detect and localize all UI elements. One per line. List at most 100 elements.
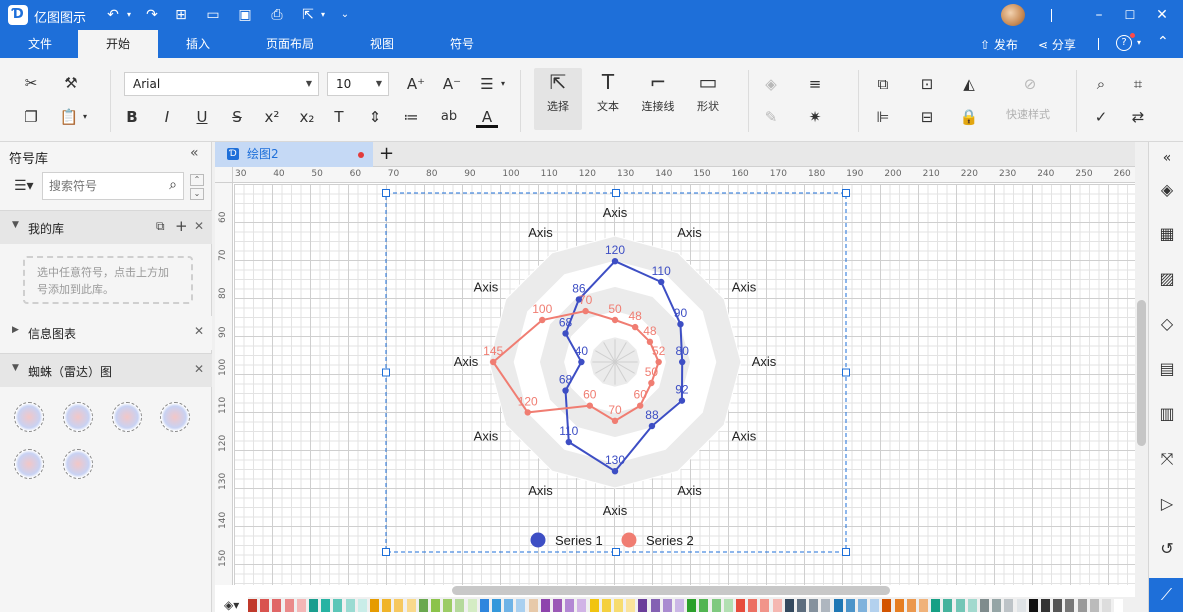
color-swatch[interactable] (723, 599, 733, 612)
color-swatch[interactable] (845, 599, 855, 612)
bold-icon[interactable]: B (121, 106, 143, 128)
radar-thumbnail[interactable] (14, 449, 44, 479)
color-swatch[interactable] (431, 599, 440, 612)
color-swatch[interactable] (601, 599, 611, 612)
connect-icon[interactable]: ⤧ (1157, 449, 1177, 469)
radar-thumbnail[interactable] (63, 449, 93, 479)
color-swatch[interactable] (614, 599, 623, 612)
color-swatch[interactable] (443, 599, 453, 612)
color-swatch[interactable] (309, 599, 318, 612)
color-swatch[interactable] (943, 599, 953, 612)
color-swatch[interactable] (504, 599, 514, 612)
color-swatch[interactable] (296, 599, 306, 612)
color-swatch[interactable] (638, 599, 648, 612)
flip-icon[interactable]: ◭ (958, 73, 980, 95)
paste-dropdown-icon[interactable]: ▾ (74, 106, 96, 128)
expand-panel-icon[interactable]: « (1157, 148, 1177, 168)
text-tool-button[interactable]: T 文本 (584, 68, 632, 130)
resize-handle[interactable] (382, 189, 390, 197)
radar-chart[interactable]: 1201109080928813011068406886504848525060… (215, 142, 1135, 587)
color-swatch[interactable] (345, 599, 355, 612)
color-swatch[interactable] (687, 599, 697, 612)
decrease-font-icon[interactable]: A⁻ (441, 73, 463, 95)
color-swatch[interactable] (748, 599, 758, 612)
color-swatch[interactable] (662, 599, 672, 612)
line-spacing-icon[interactable]: ⇕ (364, 106, 386, 128)
color-swatch[interactable] (858, 599, 867, 612)
add-icon[interactable]: + (175, 217, 188, 235)
color-swatch[interactable] (1028, 599, 1038, 612)
color-swatch[interactable] (992, 599, 1002, 612)
color-swatch[interactable] (394, 599, 404, 612)
undo-dropdown-icon[interactable]: ▾ (120, 6, 138, 24)
align-objects-icon[interactable]: ⊫ (872, 106, 894, 128)
align-dropdown-icon[interactable]: ▾ (492, 73, 514, 95)
maximize-icon[interactable]: ☐ (1121, 6, 1139, 24)
horizontal-scrollbar[interactable] (452, 586, 890, 595)
color-swatch[interactable] (772, 599, 782, 612)
new-file-icon[interactable]: ⊞ (172, 6, 190, 24)
color-swatch[interactable] (589, 599, 599, 612)
color-swatch[interactable] (540, 599, 550, 612)
line-style-icon[interactable]: ≡ (804, 73, 826, 95)
chart-panel-button[interactable]: ⟋ (1149, 578, 1183, 612)
color-swatch[interactable] (467, 599, 477, 612)
presentation-icon[interactable]: ▷ (1157, 494, 1177, 514)
radar-chart-header[interactable]: ▼ 蜘蛛（雷达）图 ✕ (0, 353, 212, 387)
color-swatch[interactable] (284, 599, 294, 612)
chart-data-icon[interactable]: ▥ (1157, 404, 1177, 424)
spell-check-icon[interactable]: ✓ (1090, 106, 1112, 128)
font-color-icon[interactable]: A (476, 106, 498, 128)
menu-file[interactable]: 文件 (0, 30, 80, 58)
radar-thumbnail[interactable] (63, 402, 93, 432)
copy-icon[interactable]: ❐ (20, 106, 42, 128)
color-swatch[interactable] (1065, 599, 1075, 612)
print-icon[interactable]: ⎙ (268, 6, 286, 24)
radar-thumbnail[interactable] (14, 402, 44, 432)
color-swatch[interactable] (406, 599, 416, 612)
close-icon[interactable]: ✕ (194, 219, 204, 233)
import-icon[interactable]: ⧉ (156, 219, 165, 234)
menu-home[interactable]: 开始 (78, 30, 158, 58)
color-swatch[interactable] (1041, 599, 1050, 612)
menu-view[interactable]: 视图 (342, 30, 422, 58)
color-swatch[interactable] (1102, 599, 1111, 612)
cut-icon[interactable]: ✂ (20, 72, 42, 94)
color-swatch[interactable] (833, 599, 843, 612)
color-swatch[interactable] (931, 599, 941, 612)
resize-handle[interactable] (842, 368, 850, 377)
search-input[interactable] (43, 173, 153, 199)
collapse-ribbon-icon[interactable]: ⌃ (1157, 34, 1169, 50)
vertical-scrollbar[interactable] (1137, 300, 1146, 446)
color-swatch[interactable] (821, 599, 831, 612)
color-swatch[interactable] (260, 599, 270, 612)
select-tool-button[interactable]: ⇱ 选择 (534, 68, 582, 130)
italic-icon[interactable]: I (156, 106, 178, 128)
close-icon[interactable]: ✕ (194, 362, 204, 376)
scroll-up-icon[interactable]: ⌃ (190, 174, 204, 186)
color-swatch[interactable] (1053, 599, 1063, 612)
shape-tool-button[interactable]: ▭ 形状 (684, 68, 732, 130)
color-swatch[interactable] (1077, 599, 1087, 612)
color-swatch[interactable] (797, 599, 806, 612)
effects-icon[interactable]: ✷ (804, 106, 826, 128)
connector-tool-button[interactable]: ⌐ 连接线 (634, 68, 682, 130)
subscript-icon[interactable]: x₂ (296, 106, 318, 128)
redo-icon[interactable]: ↷ (143, 6, 161, 24)
color-swatch[interactable] (699, 599, 709, 612)
crop-icon[interactable]: ⌗ (1127, 73, 1149, 95)
layers-icon[interactable]: ◇ (1157, 314, 1177, 334)
close-icon[interactable]: ✕ (194, 324, 204, 338)
group-icon[interactable]: ⊡ (916, 73, 938, 95)
color-swatch[interactable] (1089, 599, 1099, 612)
export-dropdown-icon[interactable]: ▾ (314, 6, 332, 24)
color-swatch[interactable] (711, 599, 721, 612)
search-box[interactable]: ⌕ (42, 172, 184, 200)
resize-handle[interactable] (612, 548, 620, 556)
color-swatch[interactable] (418, 599, 428, 612)
menu-symbols[interactable]: 符号 (422, 30, 502, 58)
color-swatch[interactable] (784, 599, 794, 612)
open-folder-icon[interactable]: ▭ (204, 6, 222, 24)
color-swatch[interactable] (1114, 599, 1124, 612)
font-family-select[interactable]: Arial ▼ (124, 72, 319, 96)
